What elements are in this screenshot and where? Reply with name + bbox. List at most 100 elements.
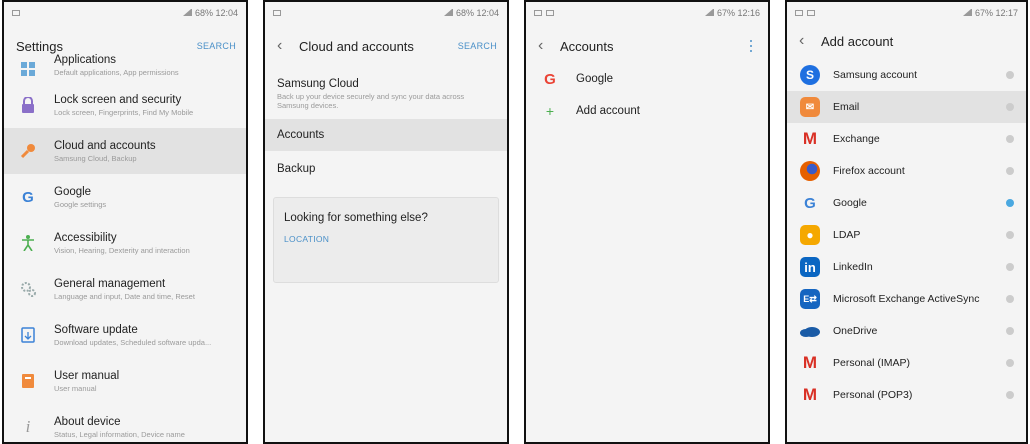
ldap-icon: ● (799, 224, 821, 246)
linkedin-icon: in (799, 256, 821, 278)
status-text: 67% 12:16 (716, 7, 760, 18)
radio-indicator (1006, 327, 1014, 335)
account-type-firefox[interactable]: Firefox account (787, 155, 1026, 187)
item-title: Firefox account (833, 165, 905, 177)
item-title: Cloud and accounts (54, 139, 156, 152)
notification-icon (534, 9, 542, 16)
item-subtitle: User manual (54, 383, 97, 393)
radio-indicator (1006, 231, 1014, 239)
item-subtitle: Default applications, App permissions (54, 67, 179, 77)
item-title: LDAP (833, 229, 861, 241)
update-icon (16, 323, 40, 347)
item-title: Personal (POP3) (833, 389, 913, 401)
notification-icon (273, 9, 281, 16)
settings-item-about-device[interactable]: i About device Status, Legal information,… (4, 404, 246, 442)
back-arrow-icon[interactable]: ‹ (277, 38, 287, 54)
item-subtitle: Status, Legal information, Device name (54, 429, 185, 439)
backup-item[interactable]: Backup (265, 151, 507, 187)
settings-item-applications[interactable]: Applications Default applications, App pe… (4, 53, 246, 82)
settings-item-general-management[interactable]: General management Language and input, Da… (4, 266, 246, 312)
gmail-m-icon: M (802, 385, 818, 404)
account-type-exchange[interactable]: M Exchange (787, 123, 1026, 155)
status-bar: 67% 12:16 (526, 2, 768, 23)
onedrive-icon (799, 320, 821, 342)
item-subtitle: Vision, Hearing, Dexterity and interacti… (54, 245, 190, 255)
item-title: Microsoft Exchange ActiveSync (833, 293, 980, 305)
status-text: 67% 12:17 (974, 7, 1018, 18)
account-type-exchange-activesync[interactable]: E⇄ Microsoft Exchange ActiveSync (787, 283, 1026, 315)
item-title: Backup (277, 163, 316, 175)
item-subtitle: Language and input, Date and time, Reset (54, 291, 195, 301)
item-title: Google (576, 73, 614, 85)
radio-indicator (1006, 359, 1014, 367)
account-type-email[interactable]: ✉ Email (787, 91, 1026, 123)
status-bar: 67% 12:17 (787, 2, 1026, 23)
item-title: User manual (54, 369, 120, 382)
item-title: Google (833, 197, 867, 209)
radio-indicator (1006, 199, 1014, 207)
page-title: Add account (821, 33, 894, 49)
account-type-google[interactable]: G Google (787, 187, 1026, 219)
back-arrow-icon[interactable]: ‹ (799, 33, 809, 49)
item-title: Lock screen and security (54, 93, 182, 106)
notification-icon (795, 9, 803, 16)
notification-icon (12, 9, 20, 16)
more-options-icon[interactable] (744, 39, 758, 53)
account-type-linkedin[interactable]: in LinkedIn (787, 251, 1026, 283)
item-subtitle: Samsung Cloud, Backup (54, 153, 137, 163)
image-icon (807, 9, 815, 16)
radio-indicator (1006, 167, 1014, 175)
settings-item-cloud-accounts[interactable]: Cloud and accounts Samsung Cloud, Backup (4, 128, 246, 174)
item-title: OneDrive (833, 325, 878, 337)
account-type-onedrive[interactable]: OneDrive (787, 315, 1026, 347)
account-type-samsung[interactable]: S Samsung account (787, 59, 1026, 91)
page-title: Cloud and accounts (299, 38, 414, 54)
signal-icon (182, 9, 192, 16)
settings-item-accessibility[interactable]: Accessibility Vision, Hearing, Dexterity … (4, 220, 246, 266)
gmail-m-icon: M (802, 129, 818, 148)
item-title: Samsung account (833, 69, 918, 81)
accounts-item[interactable]: Accounts (265, 119, 507, 151)
add-account-screen: 67% 12:17 ‹ Add account S Samsung accoun… (785, 0, 1028, 444)
settings-item-software-update[interactable]: Software update Download updates, Schedul… (4, 312, 246, 358)
email-icon: ✉ (799, 96, 821, 118)
add-account-button[interactable]: + Add account (526, 95, 768, 127)
item-subtitle: Google settings (54, 199, 107, 209)
account-type-ldap[interactable]: ● LDAP (787, 219, 1026, 251)
page-title: Settings (16, 38, 63, 54)
item-title: Email (833, 101, 860, 113)
radio-indicator (1006, 391, 1014, 399)
plus-icon: + (545, 103, 555, 119)
settings-item-user-manual[interactable]: User manual User manual (4, 358, 246, 404)
suggestion-card: Looking for something else? LOCATION (273, 197, 499, 283)
status-bar: 68% 12:04 (4, 2, 246, 23)
status-text: 68% 12:04 (455, 7, 499, 18)
item-subtitle: Download updates, Scheduled software upd… (54, 337, 212, 347)
radio-indicator (1006, 135, 1014, 143)
account-type-personal-pop3[interactable]: M Personal (POP3) (787, 379, 1026, 411)
settings-item-google[interactable]: G Google Google settings (4, 174, 246, 220)
item-title: Applications (54, 53, 117, 66)
search-button[interactable]: SEARCH (197, 41, 236, 51)
settings-item-lock-screen[interactable]: Lock screen and security Lock screen, Fin… (4, 82, 246, 128)
radio-indicator (1006, 295, 1014, 303)
apps-grid-icon (16, 57, 40, 81)
account-item-google[interactable]: G Google (526, 63, 768, 95)
gmail-m-icon: M (802, 353, 818, 372)
location-link[interactable]: LOCATION (284, 234, 488, 244)
radio-indicator (1006, 263, 1014, 271)
book-icon (16, 369, 40, 393)
back-arrow-icon[interactable]: ‹ (538, 38, 548, 54)
image-icon (546, 9, 554, 16)
google-g-icon: G (22, 188, 34, 206)
gears-icon (16, 277, 40, 301)
signal-icon (443, 9, 453, 16)
item-title: Add account (576, 105, 640, 117)
samsung-cloud-item[interactable]: Samsung Cloud Back up your device secure… (265, 69, 507, 119)
card-question: Looking for something else? (284, 212, 428, 224)
settings-screen: 68% 12:04 Settings SEARCH Applications De… (2, 0, 248, 444)
account-type-personal-imap[interactable]: M Personal (IMAP) (787, 347, 1026, 379)
item-title: Accounts (277, 129, 325, 141)
search-button[interactable]: SEARCH (458, 41, 497, 51)
item-title: Personal (IMAP) (833, 357, 911, 369)
